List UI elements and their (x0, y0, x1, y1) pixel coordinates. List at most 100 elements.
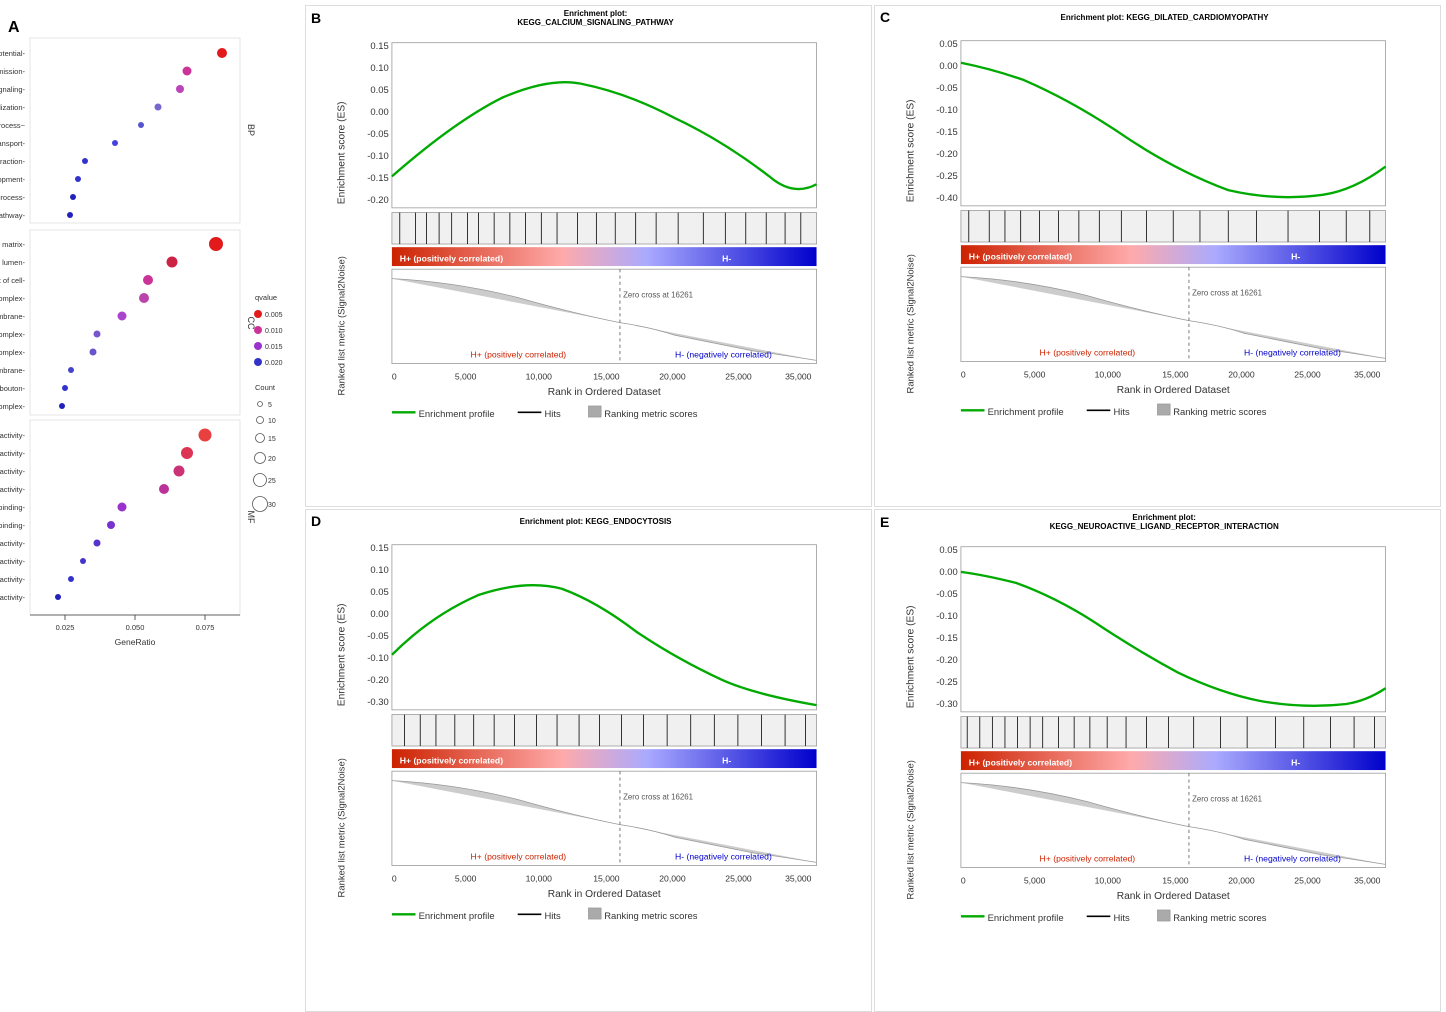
bp-dot-4 (155, 104, 162, 111)
svg-text:-0.05: -0.05 (936, 82, 957, 93)
svg-text:Ranking metric scores: Ranking metric scores (604, 910, 697, 921)
svg-text:-0.15: -0.15 (936, 632, 957, 643)
svg-text:25,000: 25,000 (1294, 369, 1321, 379)
mf-term-1: receptor ligand activity- (0, 431, 25, 440)
svg-text:H-: H- (1291, 758, 1300, 768)
svg-text:Enrichment profile: Enrichment profile (988, 406, 1064, 417)
svg-text:25,000: 25,000 (1294, 876, 1321, 886)
cc-label: CC (246, 317, 256, 330)
svg-text:35,000: 35,000 (785, 874, 812, 884)
mf-term-8: monooxygenase activity- (0, 557, 25, 566)
gsea-b-svg: Enrichment score (ES) 0.15 0.10 0.05 0.0… (306, 27, 871, 467)
svg-text:20,000: 20,000 (1228, 369, 1255, 379)
bp-dot-2 (183, 67, 192, 76)
gsea-e-title: Enrichment plot:KEGG_NEUROACTIVE_LIGAND_… (893, 513, 1435, 531)
gsea-c-title: Enrichment plot: KEGG_DILATED_CARDIOMYOP… (894, 13, 1435, 22)
svg-text:-0.20: -0.20 (367, 675, 388, 686)
count-legend-label-5: 25 (268, 478, 276, 485)
bp-term-7: positive regulation of heart contraction… (0, 157, 25, 166)
svg-text:5,000: 5,000 (1024, 876, 1046, 886)
bp-term-4: regionalization- (0, 103, 25, 112)
svg-text:H+ (positively correlated): H+ (positively correlated) (400, 253, 503, 263)
count-legend-dot-1 (258, 402, 263, 407)
qvalue-legend-title: qvalue (255, 293, 277, 302)
bp-term-3: regulation of trans-synaptic signaling- (0, 85, 26, 94)
panel-e-label: E (880, 514, 889, 530)
bp-dot-3 (176, 85, 184, 93)
bp-dot-6 (112, 140, 118, 146)
svg-text:H+ (positively correlated): H+ (positively correlated) (969, 758, 1072, 768)
mf-term-4: gated channel activity- (0, 485, 25, 494)
svg-text:20,000: 20,000 (659, 371, 686, 381)
gsea-plot-b: B Enrichment plot:KEGG_CALCIUM_SIGNALING… (305, 5, 872, 507)
x-tick-1: 0.025 (56, 623, 75, 632)
qvalue-legend-dot-4 (254, 358, 262, 366)
svg-text:-0.15: -0.15 (367, 172, 388, 183)
svg-text:Ranking metric scores: Ranking metric scores (1173, 406, 1266, 417)
bp-term-5: hormone metabolic process~ (0, 121, 26, 130)
svg-text:Enrichment profile: Enrichment profile (988, 912, 1064, 923)
bp-dot-7 (82, 158, 88, 164)
panel-a-label: A (8, 19, 20, 36)
dot-plot-panel: A BP regulation of membrane potential- m… (0, 0, 300, 722)
count-legend-label-4: 20 (268, 456, 276, 463)
svg-text:-0.20: -0.20 (936, 148, 957, 159)
svg-text:25,000: 25,000 (725, 874, 752, 884)
svg-text:0: 0 (961, 876, 966, 886)
bp-dot-5 (138, 122, 144, 128)
svg-text:-0.10: -0.10 (936, 610, 957, 621)
gsea-d-svg: Enrichment score (ES) 0.15 0.10 0.05 0.0… (306, 529, 871, 969)
gsea-c-svg: Enrichment score (ES) 0.05 0.00 -0.05 -0… (875, 25, 1440, 465)
svg-text:Enrichment profile: Enrichment profile (419, 910, 495, 921)
svg-text:Enrichment profile: Enrichment profile (419, 408, 495, 419)
bp-term-1: regulation of membrane potential- (0, 49, 25, 58)
svg-text:-0.40: -0.40 (936, 192, 957, 203)
cc-dot-1 (209, 237, 223, 251)
svg-text:15,000: 15,000 (593, 371, 620, 381)
svg-text:5,000: 5,000 (455, 371, 477, 381)
svg-text:Ranked list metric (Signal2Noi: Ranked list metric (Signal2Noise) (905, 761, 916, 900)
svg-text:Rank in Ordered Dataset: Rank in Ordered Dataset (548, 387, 661, 398)
count-legend-dot-5 (254, 474, 267, 487)
cc-dot-8 (68, 367, 74, 373)
panel-c-label: C (880, 9, 890, 25)
svg-text:H+ (positively correlated): H+ (positively correlated) (471, 349, 567, 359)
svg-text:10,000: 10,000 (526, 371, 553, 381)
svg-text:Hits: Hits (1113, 912, 1130, 923)
svg-text:-0.30: -0.30 (367, 697, 388, 708)
cc-term-8: brush border membrane- (0, 366, 25, 375)
qvalue-legend-dot-1 (254, 310, 262, 318)
mf-term-7: neurotransmitter receptor activity- (0, 539, 25, 548)
bp-term-9: glucocorticoid metabolic process- (0, 193, 25, 202)
panel-b-label: B (311, 10, 321, 26)
svg-text:-0.30: -0.30 (936, 699, 957, 710)
mf-term-3: substrate-specific channel activity- (0, 467, 25, 476)
svg-text:Rank in Ordered Dataset: Rank in Ordered Dataset (1117, 891, 1230, 902)
bp-dot-8 (75, 176, 81, 182)
svg-text:Zero cross at 16261: Zero cross at 16261 (623, 793, 693, 802)
count-legend-dot-6 (253, 497, 268, 512)
svg-text:H-: H- (1291, 251, 1300, 261)
svg-text:Ranked list metric (Signal2Noi: Ranked list metric (Signal2Noise) (905, 254, 916, 393)
svg-text:H+ (positively correlated): H+ (positively correlated) (471, 852, 567, 862)
cc-dot-7 (90, 349, 97, 356)
svg-text:35,000: 35,000 (785, 371, 812, 381)
svg-text:35,000: 35,000 (1354, 876, 1381, 886)
svg-text:-0.10: -0.10 (367, 150, 388, 161)
mf-dot-6 (107, 521, 115, 529)
svg-text:Enrichment score (ES): Enrichment score (ES) (337, 604, 348, 707)
gsea-plot-d: D Enrichment plot: KEGG_ENDOCYTOSIS Enri… (305, 509, 872, 1011)
svg-text:-0.10: -0.10 (936, 104, 957, 115)
x-axis-label: GeneRatio (115, 637, 156, 647)
gsea-plots-panel: B Enrichment plot:KEGG_CALCIUM_SIGNALING… (300, 0, 1446, 722)
qvalue-legend-label-3: 0.015 (265, 344, 283, 351)
svg-text:0.00: 0.00 (939, 566, 957, 577)
svg-text:Rank in Ordered Dataset: Rank in Ordered Dataset (548, 889, 661, 900)
bp-dot-10 (67, 212, 73, 218)
svg-text:15,000: 15,000 (1162, 876, 1189, 886)
cc-term-3: apical part of cell- (0, 276, 25, 285)
bp-term-8: female genitalia development- (0, 175, 25, 184)
svg-text:Ranking metric scores: Ranking metric scores (604, 408, 697, 419)
qvalue-legend-label-1: 0.005 (265, 312, 283, 319)
svg-text:Zero cross at 16261: Zero cross at 16261 (1192, 288, 1262, 297)
